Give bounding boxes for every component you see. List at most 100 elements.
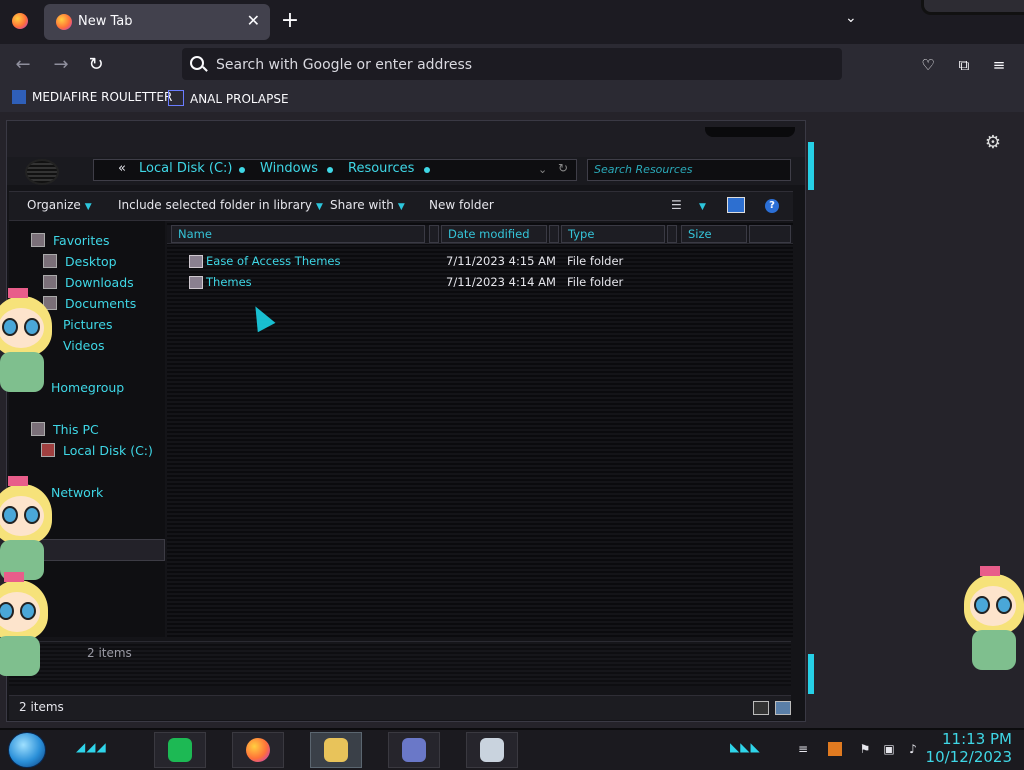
sticker-dress — [0, 636, 40, 676]
dropdown-arrow-icon: ▼ — [699, 202, 706, 212]
volume-icon[interactable]: ♪ — [906, 742, 920, 756]
view-options-button[interactable]: ▼ — [695, 198, 706, 212]
taskbar-resource-monitor[interactable] — [466, 732, 518, 768]
close-tab-icon[interactable]: ✕ — [247, 11, 260, 30]
nav-videos[interactable]: Videos — [63, 338, 105, 353]
status-bar: 2 items — [9, 695, 791, 720]
file-row[interactable]: Ease of Access Themes 7/11/2023 4:15 AM … — [167, 252, 793, 272]
column-header-type[interactable]: Type — [561, 225, 665, 243]
nav-homegroup[interactable]: Homegroup — [51, 380, 124, 395]
include-in-library-button[interactable]: Include selected folder in library ▼ — [118, 198, 323, 212]
column-header-name[interactable]: Name — [171, 225, 425, 243]
breadcrumb-separator[interactable] — [327, 167, 333, 173]
column-divider[interactable] — [549, 225, 559, 243]
firefox-view-icon[interactable] — [12, 13, 28, 29]
refresh-icon[interactable]: ↻ — [558, 161, 568, 175]
nav-this-pc[interactable]: This PC — [31, 422, 99, 437]
nav-desktop[interactable]: Desktop — [43, 254, 117, 269]
menu-icon[interactable]: ≡ — [990, 56, 1008, 74]
share-with-label: Share with — [330, 198, 394, 212]
details-view-icon[interactable] — [753, 701, 769, 715]
taskbar-firefox[interactable] — [232, 732, 284, 768]
address-row: « Local Disk (C:) Windows Resources ⌄ ↻ … — [7, 157, 805, 185]
taskbar-spotify[interactable] — [154, 732, 206, 768]
folder-icon — [189, 255, 203, 268]
change-view-icon[interactable]: ☰ — [671, 198, 687, 212]
address-dropdown-icon[interactable]: ⌄ — [538, 163, 547, 176]
tab-new-tab[interactable]: New Tab ✕ — [44, 4, 270, 40]
column-filler — [749, 225, 791, 243]
bookmark-second[interactable]: ANAL PROLAPSE — [168, 90, 289, 108]
java-update-icon[interactable] — [828, 742, 842, 756]
file-date: 7/11/2023 4:15 AM — [446, 254, 556, 268]
breadcrumb[interactable]: « Local Disk (C:) Windows Resources ⌄ ↻ — [93, 159, 577, 181]
column-label: Size — [688, 227, 712, 241]
column-header-size[interactable]: Size — [681, 225, 747, 243]
system-clock[interactable]: 11:13 PM 10/12/2023 — [926, 730, 1012, 766]
show-hidden-icons-icon[interactable]: ≡ — [796, 742, 810, 756]
breadcrumb-windows[interactable]: Windows — [260, 161, 318, 176]
sticker-dress — [0, 352, 44, 392]
column-divider[interactable] — [667, 225, 677, 243]
command-bar: Organize ▼ Include selected folder in lib… — [9, 191, 793, 221]
back-forward-orb-icon[interactable] — [25, 159, 59, 185]
pocket-icon[interactable]: ♡ — [919, 56, 937, 74]
taskbar-control-panel[interactable] — [388, 732, 440, 768]
share-with-button[interactable]: Share with ▼ — [330, 198, 405, 212]
network-icon[interactable]: ▣ — [882, 742, 896, 756]
file-name: Ease of Access Themes — [206, 254, 341, 268]
bookmark-mediafire[interactable]: MEDIAFIRE ROULETTER — [12, 90, 172, 108]
window-titlebar — [7, 121, 805, 159]
nav-label: Documents — [65, 296, 137, 311]
preview-pane-icon[interactable] — [727, 197, 745, 213]
nav-downloads[interactable]: Downloads — [43, 275, 134, 290]
nav-label: Pictures — [63, 317, 113, 332]
extensions-icon[interactable]: ⧉ — [955, 56, 973, 74]
large-icons-view-icon[interactable] — [775, 701, 791, 715]
breadcrumb-separator[interactable] — [239, 167, 245, 173]
sigma-icon — [168, 90, 184, 106]
nav-label: Videos — [63, 338, 105, 353]
settings-gear-icon[interactable]: ⚙ — [983, 133, 1003, 153]
sticker-dress — [972, 630, 1016, 670]
sticker-crown — [8, 288, 28, 298]
reload-icon[interactable]: ↻ — [85, 54, 107, 76]
nav-documents[interactable]: Documents — [43, 296, 136, 311]
action-center-flag-icon[interactable]: ⚑ — [858, 742, 872, 756]
breadcrumb-local-disk[interactable]: Local Disk (C:) — [139, 161, 232, 176]
details-pane: 2 items — [9, 641, 791, 686]
nav-pictures[interactable]: Pictures — [63, 317, 113, 332]
character-sticker-icon — [0, 288, 52, 398]
nav-local-disk[interactable]: Local Disk (C:) — [41, 443, 153, 458]
breadcrumb-separator[interactable] — [424, 167, 430, 173]
downloads-icon — [43, 275, 57, 289]
start-button[interactable] — [8, 732, 46, 768]
column-divider[interactable] — [429, 225, 439, 243]
taskbar-file-explorer[interactable] — [310, 732, 362, 768]
file-row[interactable]: Themes 7/11/2023 4:14 AM File folder — [167, 273, 793, 293]
organize-button[interactable]: Organize ▼ — [27, 198, 92, 212]
sticker-eye — [974, 596, 990, 614]
new-tab-button[interactable]: + — [280, 8, 300, 34]
mediafire-icon — [12, 90, 26, 104]
breadcrumb-resources[interactable]: Resources — [348, 161, 414, 176]
search-box[interactable]: Search Resources — [587, 159, 791, 181]
nav-label: Local Disk (C:) — [63, 443, 153, 458]
nav-label: Desktop — [65, 254, 117, 269]
address-bar[interactable] — [182, 48, 842, 80]
breadcrumb-overflow[interactable]: « — [118, 161, 126, 176]
help-icon[interactable]: ? — [765, 199, 779, 213]
dropdown-arrow-icon: ▼ — [315, 202, 323, 212]
window-frame-decoration — [921, 0, 1024, 15]
back-icon[interactable]: ← — [12, 54, 34, 76]
column-header-date[interactable]: Date modified — [441, 225, 547, 243]
url-input[interactable] — [214, 54, 818, 76]
details-item-count: 2 items — [87, 646, 132, 660]
nav-network[interactable]: Network — [51, 485, 103, 500]
firefox-favicon-icon — [56, 14, 72, 30]
frame-accent — [808, 654, 814, 694]
new-folder-button[interactable]: New folder — [429, 198, 494, 212]
list-all-tabs-icon[interactable]: ⌄ — [845, 10, 857, 26]
forward-icon[interactable]: → — [50, 54, 72, 76]
nav-favorites[interactable]: Favorites — [31, 233, 109, 248]
